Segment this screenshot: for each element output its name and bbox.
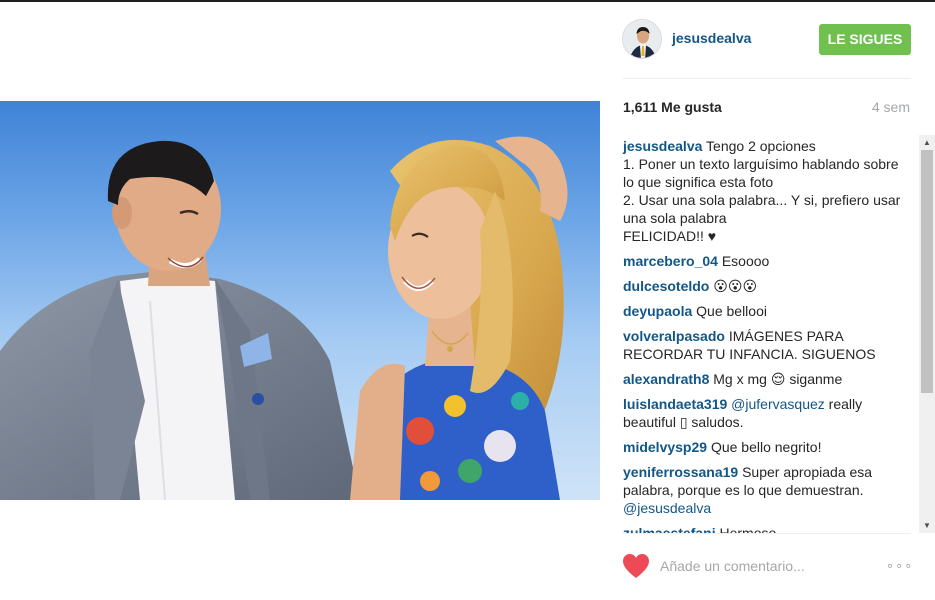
comment-username[interactable]: marcebero_04 — [623, 253, 718, 269]
comment-text: Que bellooi — [696, 303, 767, 319]
comment-mention[interactable]: @jesusdealva — [623, 499, 913, 517]
comment-text: 😮😮😮 — [713, 278, 758, 294]
comment-username[interactable]: midelvysp29 — [623, 439, 707, 455]
comment-item: luislandaeta319 @jufervasquez really bea… — [623, 395, 913, 431]
comment-input-divider — [622, 533, 911, 534]
caption-line: 2. Usar una sola palabra... Y si, prefie… — [623, 192, 901, 226]
scroll-up-arrow-icon[interactable]: ▲ — [919, 135, 935, 150]
comment-username[interactable]: alexandrath8 — [623, 371, 709, 387]
comment-item: dulcesoteldo 😮😮😮 — [623, 277, 913, 295]
comment-item: volveralpasado IMÁGENES PARA RECORDAR TU… — [623, 327, 913, 363]
post-header: jesusdealva LE SIGUES — [600, 0, 935, 78]
comment-username[interactable]: yeniferrossana19 — [623, 464, 738, 480]
post-username[interactable]: jesusdealva — [672, 30, 751, 46]
comment-item: midelvysp29 Que bello negrito! — [623, 438, 913, 456]
comment-input[interactable] — [660, 555, 880, 577]
caption-line: Tengo 2 opciones — [706, 138, 816, 154]
comment-item: deyupaola Que bellooi — [623, 302, 913, 320]
likes-count[interactable]: 1,611 Me gusta — [623, 99, 722, 115]
comment-item: yeniferrossana19 Super apropiada esa pal… — [623, 463, 913, 517]
comment-username[interactable]: zulmaestefani — [623, 525, 716, 533]
scroll-down-arrow-icon[interactable]: ▼ — [919, 518, 935, 533]
comment-text: Que bello negrito! — [710, 439, 822, 455]
post-age[interactable]: 4 sem — [872, 99, 910, 115]
following-button[interactable]: LE SIGUES — [819, 24, 911, 55]
post-sidebar: jesusdealva LE SIGUES 1,611 Me gusta 4 s… — [600, 0, 935, 600]
avatar[interactable] — [622, 19, 662, 59]
heart-icon[interactable] — [622, 553, 650, 579]
comments-list: jesusdealva Tengo 2 opciones 1. Poner un… — [623, 137, 913, 533]
post-photo[interactable] — [0, 101, 600, 500]
comments-scrollbar[interactable]: ▲ ▼ — [919, 135, 935, 533]
comment-mention[interactable]: @jufervasquez — [731, 396, 825, 412]
caption: jesusdealva Tengo 2 opciones 1. Poner un… — [623, 137, 913, 245]
comment-item: alexandrath8 Mg x mg 😌 siganme — [623, 370, 913, 388]
comments-panel: jesusdealva Tengo 2 opciones 1. Poner un… — [600, 135, 935, 533]
scrollbar-thumb[interactable] — [921, 150, 933, 393]
avatar-image — [623, 20, 661, 58]
comment-text: Mg x mg 😌 siganme — [713, 371, 843, 387]
comment-username[interactable]: dulcesoteldo — [623, 278, 709, 294]
couple-photo-illustration — [0, 136, 568, 500]
comment-text: Esoooo — [721, 253, 770, 269]
comment-username[interactable]: volveralpasado — [623, 328, 725, 344]
comment-text: Hermoso — [719, 525, 777, 533]
more-options-button[interactable]: ∘∘∘ — [886, 559, 912, 573]
caption-line: FELICIDAD!! ♥ — [623, 228, 717, 244]
comment-item: marcebero_04 Esoooo — [623, 252, 913, 270]
caption-username[interactable]: jesusdealva — [623, 138, 702, 154]
comment-username[interactable]: deyupaola — [623, 303, 692, 319]
caption-line: 1. Poner un texto larguísimo hablando so… — [623, 156, 899, 190]
comment-username[interactable]: luislandaeta319 — [623, 396, 727, 412]
header-divider — [622, 78, 911, 79]
comment-item: zulmaestefani Hermoso — [623, 524, 913, 533]
